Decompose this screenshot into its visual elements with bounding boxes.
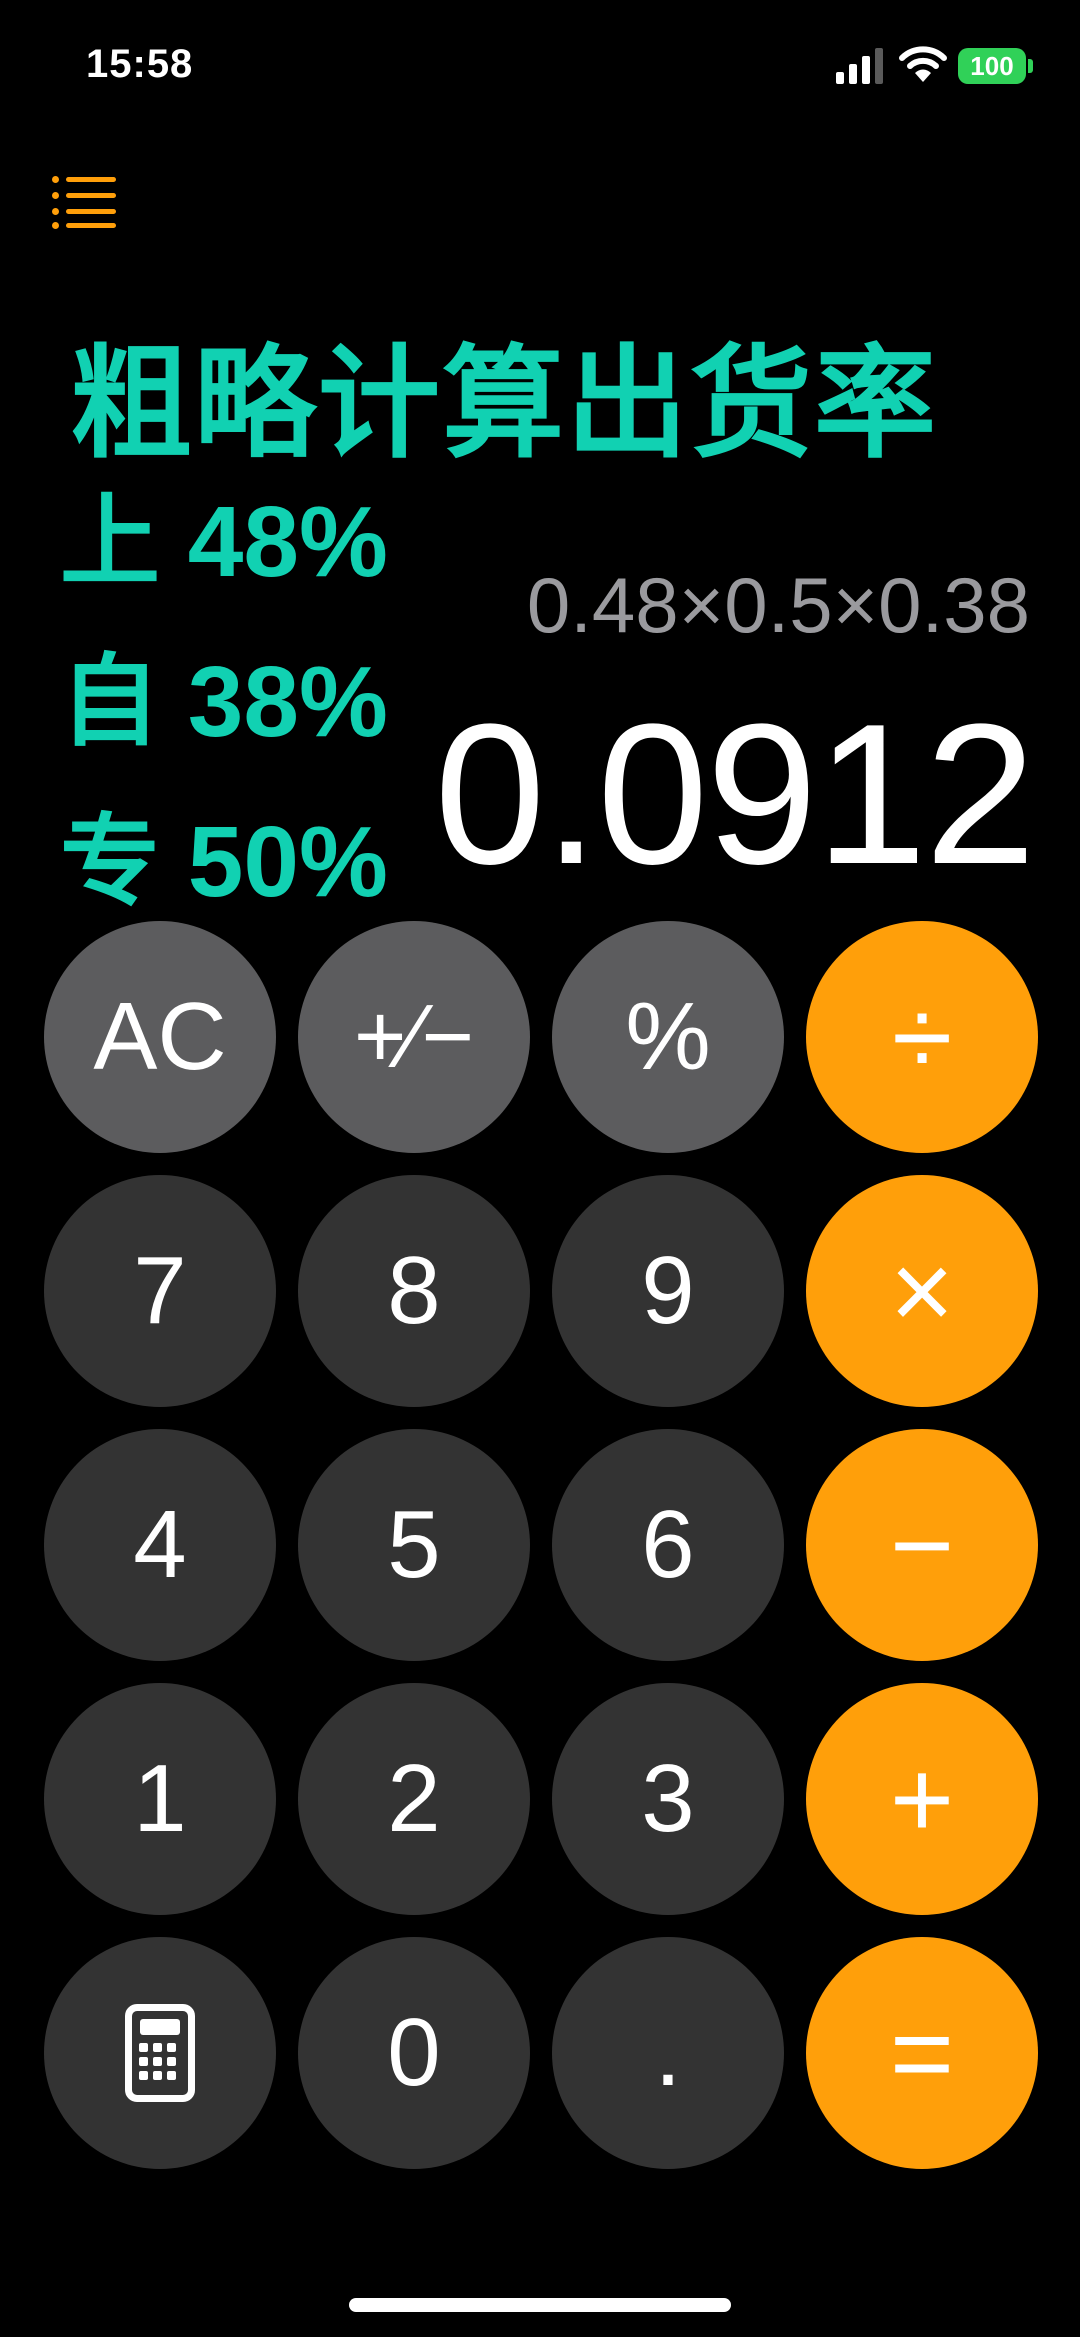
percent-button[interactable]: % [552,921,784,1153]
battery-icon: 100 [958,48,1026,84]
divide-button[interactable]: ÷ [806,921,1038,1153]
wifi-icon [898,44,948,84]
keypad: AC +∕− % ÷ 7 8 9 × 4 5 6 − 1 2 3 + 0 . = [44,921,1038,2169]
result-display: 0.0912 [434,683,1036,906]
sign-toggle-button[interactable]: +∕− [298,921,530,1153]
multiply-button[interactable]: × [806,1175,1038,1407]
cellular-signal-icon [836,48,886,84]
annotation-line-3: 专 50% [60,806,388,918]
all-clear-button[interactable]: AC [44,921,276,1153]
status-time: 15:58 [86,42,194,86]
annotation-line-2: 自 38% [60,646,388,758]
digit-8-button[interactable]: 8 [298,1175,530,1407]
annotation-line-1: 上 48% [60,486,388,598]
digit-3-button[interactable]: 3 [552,1683,784,1915]
digit-9-button[interactable]: 9 [552,1175,784,1407]
battery-tip [1028,59,1033,73]
history-list-button[interactable] [52,176,118,229]
subtract-button[interactable]: − [806,1429,1038,1661]
digit-4-button[interactable]: 4 [44,1429,276,1661]
equals-button[interactable]: = [806,1937,1038,2169]
digit-5-button[interactable]: 5 [298,1429,530,1661]
status-bar: 15:58 100 [0,0,1080,130]
digit-6-button[interactable]: 6 [552,1429,784,1661]
digit-7-button[interactable]: 7 [44,1175,276,1407]
expression-display: 0.48×0.5×0.38 [526,561,1030,649]
annotation-title: 粗略计算出货率 [70,336,938,472]
calculator-mode-button[interactable] [44,1937,276,2169]
calculator-icon [125,2004,195,2102]
digit-0-button[interactable]: 0 [298,1937,530,2169]
home-indicator[interactable] [349,2298,731,2312]
digit-1-button[interactable]: 1 [44,1683,276,1915]
decimal-button[interactable]: . [552,1937,784,2169]
add-button[interactable]: + [806,1683,1038,1915]
digit-2-button[interactable]: 2 [298,1683,530,1915]
